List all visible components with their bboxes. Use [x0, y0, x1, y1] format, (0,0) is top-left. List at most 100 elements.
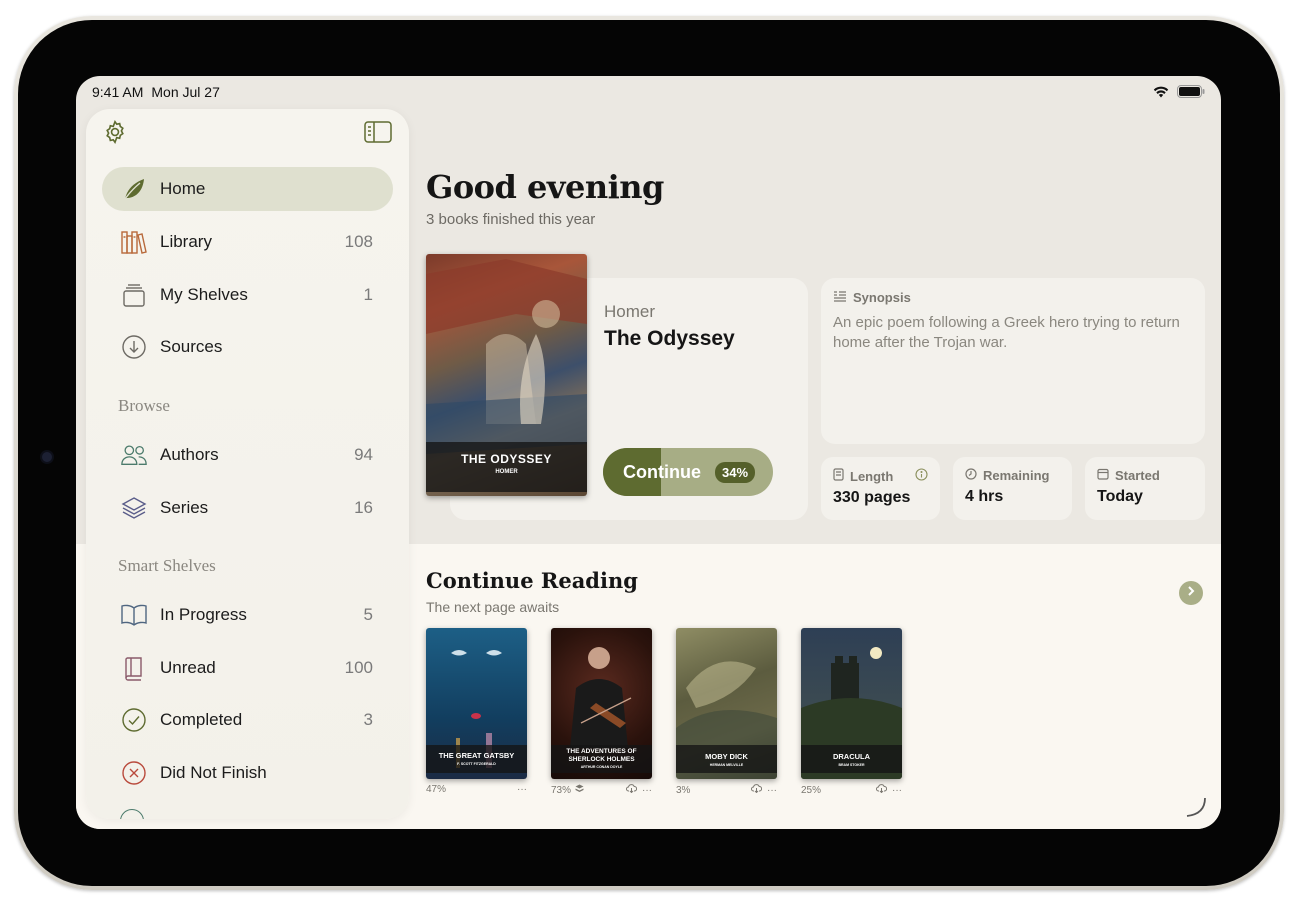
battery-icon [1177, 85, 1205, 103]
app-screen: 9:41 AM Mon Jul 27 Home Library 108 My S… [76, 76, 1221, 829]
book-cover-title: THE GREAT GATSBY [438, 751, 515, 760]
progress-badge: 34% [715, 461, 756, 483]
calendar-icon [1097, 468, 1109, 483]
stat-label: Started [1115, 468, 1160, 483]
cloud-download-icon[interactable] [751, 784, 763, 796]
sidebar-item-count: 16 [354, 498, 373, 517]
series-stack-icon [575, 784, 584, 796]
sidebar-item-label: Did Not Finish [160, 763, 267, 782]
book-cover-title: DRACULA [832, 752, 871, 761]
sidebar-item-label: In Progress [160, 605, 247, 624]
sidebar-item-completed[interactable]: Completed 3 [102, 698, 393, 742]
sidebar-item-label: My Shelves [160, 285, 248, 304]
continue-button[interactable]: Continue 34% [603, 448, 773, 496]
sidebar-item-partial-icon [120, 809, 144, 819]
book-cover-author: F. SCOTT FITZGERALD [457, 762, 496, 766]
cloud-download-icon[interactable] [626, 784, 638, 796]
sidebar-item-unread[interactable]: Unread 100 [102, 646, 393, 690]
sidebar-item-home[interactable]: Home [102, 167, 393, 211]
book-author: Homer [604, 302, 656, 321]
resize-corner-icon [1185, 796, 1207, 823]
sidebar-item-count: 1 [363, 285, 373, 304]
book-cover-dracula[interactable]: DRACULA BRAM STOKER [801, 628, 902, 779]
book-progress: 25% [801, 784, 822, 796]
book-cover-author: ARTHUR CONAN DOYLE [580, 765, 623, 769]
chevron-right-icon [1186, 584, 1196, 602]
stat-length: Length 330 pages [821, 457, 940, 520]
shelves-icon [120, 281, 148, 309]
x-circle-icon [120, 759, 148, 787]
book-progress: 47% [426, 784, 447, 795]
stat-label: Remaining [983, 468, 1050, 483]
cover-author: HOMER [495, 469, 518, 475]
sidebar-item-count: 108 [344, 232, 373, 251]
book-meta: 3% ··· [676, 784, 777, 796]
page-subtitle: 3 books finished this year [426, 211, 596, 228]
book-cover-great-gatsby[interactable]: THE GREAT GATSBY F. SCOTT FITZGERALD [426, 628, 527, 779]
sidebar-item-label: Home [160, 179, 206, 198]
open-book-icon [120, 601, 148, 629]
stat-started: Started Today [1085, 457, 1205, 520]
book-progress: 3% [676, 784, 691, 796]
book-cover-author: BRAM STOKER [838, 763, 865, 767]
sidebar-item-my-shelves[interactable]: My Shelves 1 [102, 273, 393, 317]
status-indicators [1153, 85, 1205, 103]
sidebar-item-sources[interactable]: Sources [102, 325, 393, 369]
sidebar-item-label: Unread [160, 658, 216, 677]
more-icon[interactable]: ··· [642, 785, 652, 796]
more-icon[interactable]: ··· [767, 785, 777, 796]
book-cover-title: THE ADVENTURES OF SHERLOCK HOLMES [566, 748, 637, 763]
camera [40, 450, 54, 464]
book-cover-moby-dick[interactable]: MOBY DICK HERMAN MELVILLE [676, 628, 777, 779]
sidebar-item-series[interactable]: Series 16 [102, 486, 393, 530]
book-meta: 73% ··· [551, 784, 652, 796]
book-meta: 25% ··· [801, 784, 902, 796]
check-circle-icon [120, 706, 148, 734]
stack-icon [120, 494, 148, 522]
sidebar-toggle-icon[interactable] [364, 121, 392, 148]
sidebar-item-count: 100 [344, 658, 373, 677]
wifi-icon [1153, 85, 1169, 103]
sidebar-item-count: 94 [354, 445, 373, 464]
more-icon[interactable]: ··· [892, 785, 902, 796]
page-icon [833, 468, 844, 484]
sidebar-item-library[interactable]: Library 108 [102, 220, 393, 264]
status-time: 9:41 AM [92, 84, 144, 100]
sidebar-item-label: Sources [160, 337, 223, 356]
sidebar: Home Library 108 My Shelves 1 Sources Br… [86, 109, 409, 819]
status-bar: 9:41 AM Mon Jul 27 [92, 84, 220, 100]
odyssey-cover[interactable]: THE ODYSSEY HOMER [426, 254, 587, 496]
sidebar-item-label: Series [160, 498, 209, 517]
page-title: Good evening [426, 168, 664, 206]
synopsis-label: Synopsis [853, 290, 911, 305]
sidebar-item-count: 3 [363, 710, 373, 729]
people-icon [120, 441, 148, 469]
sidebar-item-did-not-finish[interactable]: Did Not Finish [102, 751, 393, 795]
status-date: Mon Jul 27 [151, 84, 220, 100]
stat-label: Length [850, 468, 894, 484]
book-title: The Odyssey [604, 327, 735, 350]
books-icon [120, 228, 148, 256]
synopsis-text: An epic poem following a Greek hero tryi… [833, 314, 1180, 351]
browse-section-header: Browse [118, 396, 170, 415]
text-lines-icon [833, 290, 847, 305]
smart-shelves-section-header: Smart Shelves [118, 556, 216, 575]
closed-book-icon [120, 654, 148, 682]
sidebar-item-label: Library [160, 232, 212, 251]
sidebar-item-authors[interactable]: Authors 94 [102, 433, 393, 477]
sidebar-item-label: Completed [160, 710, 243, 729]
settings-icon[interactable] [102, 119, 128, 150]
continue-label: Continue [623, 461, 701, 482]
cover-title: THE ODYSSEY [461, 452, 552, 466]
book-cover-title: MOBY DICK [705, 752, 748, 761]
synopsis-card: Synopsis An epic poem following a Greek … [821, 278, 1205, 444]
cloud-download-icon[interactable] [876, 784, 888, 796]
sidebar-item-in-progress[interactable]: In Progress 5 [102, 593, 393, 637]
sidebar-item-count: 5 [363, 605, 373, 624]
more-icon[interactable]: ··· [517, 784, 527, 795]
leaf-icon [120, 175, 148, 203]
stat-value: 4 hrs [965, 488, 1004, 505]
see-all-button[interactable] [1179, 581, 1203, 605]
info-icon[interactable] [915, 468, 928, 484]
book-cover-sherlock-holmes[interactable]: THE ADVENTURES OF SHERLOCK HOLMES ARTHUR… [551, 628, 652, 779]
